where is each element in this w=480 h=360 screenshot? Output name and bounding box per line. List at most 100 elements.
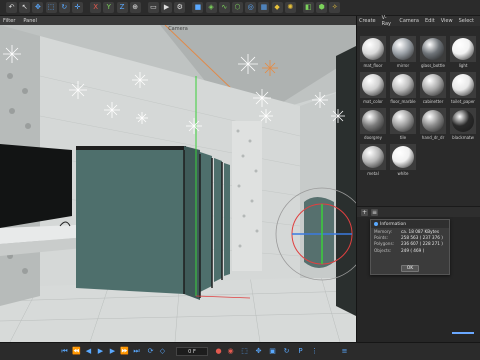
previous-key-icon[interactable]: ⏪	[72, 347, 81, 356]
material-sphere	[392, 110, 414, 132]
parameter-key-icon[interactable]: P	[296, 347, 305, 356]
recent-tools-icon[interactable]: ✛	[71, 2, 83, 13]
previous-frame-icon[interactable]: ◀	[84, 347, 93, 356]
snap-icon[interactable]: ◧	[302, 2, 314, 13]
cube-icon[interactable]: ■	[192, 2, 204, 13]
menu-view[interactable]: View	[441, 18, 453, 24]
side-menu: Create V-Ray Camera Edit View Select	[357, 15, 480, 27]
material-preview	[420, 108, 446, 134]
next-frame-icon[interactable]: ▶	[108, 347, 117, 356]
material-swatch[interactable]: mat_floor	[359, 36, 387, 71]
material-label: floor_marble	[390, 99, 416, 104]
go-to-end-icon[interactable]: ⏭	[132, 347, 141, 356]
menu-edit[interactable]: Edit	[425, 18, 435, 24]
workplane-icon[interactable]: ⬢	[316, 2, 328, 13]
autokey-icon[interactable]: ◉	[226, 347, 235, 356]
information-dialog-title: Information	[371, 220, 449, 228]
deformer-icon[interactable]: ◎	[245, 2, 257, 13]
live-selection-icon[interactable]: ↖	[19, 2, 31, 13]
go-to-start-icon[interactable]: ⏮	[60, 347, 69, 356]
scale-icon[interactable]: ⬚	[45, 2, 57, 13]
material-swatch[interactable]: metal	[359, 144, 387, 179]
material-swatch[interactable]: mat_color	[359, 72, 387, 107]
material-preview	[390, 144, 416, 170]
material-swatch[interactable]: hand_dr_dr	[419, 108, 447, 143]
render-region-icon[interactable]: ▭	[147, 2, 159, 13]
viewport-menu-filter[interactable]: Filter	[3, 18, 15, 24]
scene-icon[interactable]: ▦	[258, 2, 270, 13]
viewport-menu-panel[interactable]: Panel	[23, 18, 37, 24]
scale-key-icon[interactable]: ▣	[268, 347, 277, 356]
viewport-menu: Filter Panel	[0, 16, 356, 25]
spline-icon[interactable]: ∿	[218, 2, 230, 13]
point-level-icon[interactable]: ⋮	[310, 347, 319, 356]
timeline-bar: ⏮ ⏪ ◀ ▶ ▶ ⏩ ⏭ ⟳ ◇ 0 F ● ◉ ⬚ ✥ ▣ ↻ P ⋮ ≡	[0, 342, 480, 360]
undo-icon[interactable]: ↶	[6, 2, 17, 13]
material-swatch[interactable]: tile	[389, 108, 417, 143]
menu-camera[interactable]: Camera	[399, 18, 419, 24]
loop-icon[interactable]: ⟳	[146, 347, 155, 356]
add-icon[interactable]: +	[361, 208, 368, 216]
material-sphere	[452, 38, 474, 60]
y-axis-icon[interactable]: Y	[103, 2, 115, 13]
material-sphere	[392, 146, 414, 168]
menu-vray[interactable]: V-Ray	[382, 15, 394, 27]
material-label: cabinetter	[422, 99, 444, 104]
material-preview	[390, 72, 416, 98]
timeline-settings-icon[interactable]: ≡	[340, 347, 349, 356]
info-row-objects: Objects: 249 ( 469 )	[374, 247, 425, 253]
play-icon[interactable]: ▶	[96, 347, 105, 356]
material-label: glass_bottle	[421, 63, 445, 68]
material-swatch[interactable]: light	[449, 36, 477, 71]
material-swatch[interactable]: floor_marble	[389, 72, 417, 107]
render-settings-icon[interactable]: ⚙	[174, 2, 186, 13]
sculpt-icon[interactable]: ✧	[329, 2, 341, 13]
material-swatch[interactable]: mirror	[389, 36, 417, 71]
coordinate-system-icon[interactable]: ⊕	[129, 2, 141, 13]
material-preview	[450, 108, 476, 134]
viewport[interactable]: Filter Panel Camera	[0, 16, 356, 342]
record-icon[interactable]: ●	[214, 347, 223, 356]
material-sphere	[422, 74, 444, 96]
move-icon[interactable]: ✥	[32, 2, 44, 13]
material-sphere	[392, 38, 414, 60]
key-selection-icon[interactable]: ⬚	[240, 347, 249, 356]
subdivision-icon[interactable]: ◈	[205, 2, 217, 13]
material-label: mat_floor	[363, 63, 383, 68]
side-panel: Create V-Ray Camera Edit View Select mat…	[356, 15, 480, 342]
menu-select[interactable]: Select	[459, 18, 474, 24]
position-key-icon[interactable]: ✥	[254, 347, 263, 356]
zoom-slider[interactable]	[452, 332, 474, 334]
info-row-memory: Memory: ca. 18 087 KBytes	[374, 228, 440, 234]
material-grid: mat_floor mirror glass_bottle light mat_colo…	[359, 36, 479, 179]
keyframe-icon[interactable]: ◇	[158, 347, 167, 356]
current-frame-field[interactable]: 0 F	[176, 347, 208, 356]
material-swatch[interactable]: blackmatw	[449, 108, 477, 143]
camera-icon[interactable]: ◆	[271, 2, 283, 13]
rotate-icon[interactable]: ↻	[58, 2, 70, 13]
rotation-key-icon[interactable]: ↻	[282, 347, 291, 356]
material-sphere	[362, 146, 384, 168]
attribute-toolbar: + ≡	[357, 207, 480, 217]
light-icon[interactable]: ✺	[284, 2, 296, 13]
x-axis-icon[interactable]: X	[90, 2, 102, 13]
camera-label: Camera	[168, 26, 188, 32]
ok-button[interactable]: OK	[401, 265, 419, 272]
material-sphere	[362, 74, 384, 96]
z-axis-icon[interactable]: Z	[116, 2, 128, 13]
material-preview	[360, 72, 386, 98]
material-swatch[interactable]: cabinetter	[419, 72, 447, 107]
next-key-icon[interactable]: ⏩	[120, 347, 129, 356]
material-sphere	[422, 38, 444, 60]
material-swatch[interactable]: glass_bottle	[419, 36, 447, 71]
material-swatch[interactable]: white	[389, 144, 417, 179]
material-preview	[450, 72, 476, 98]
material-preview	[390, 36, 416, 62]
material-swatch[interactable]: doorgrey	[359, 108, 387, 143]
menu-create[interactable]: Create	[359, 18, 376, 24]
material-swatch[interactable]: toilet_paper	[449, 72, 477, 107]
list-icon[interactable]: ≡	[371, 208, 378, 216]
render-view-icon[interactable]: ▶	[161, 2, 173, 13]
material-preview	[360, 144, 386, 170]
generator-icon[interactable]: ⬡	[232, 2, 243, 13]
